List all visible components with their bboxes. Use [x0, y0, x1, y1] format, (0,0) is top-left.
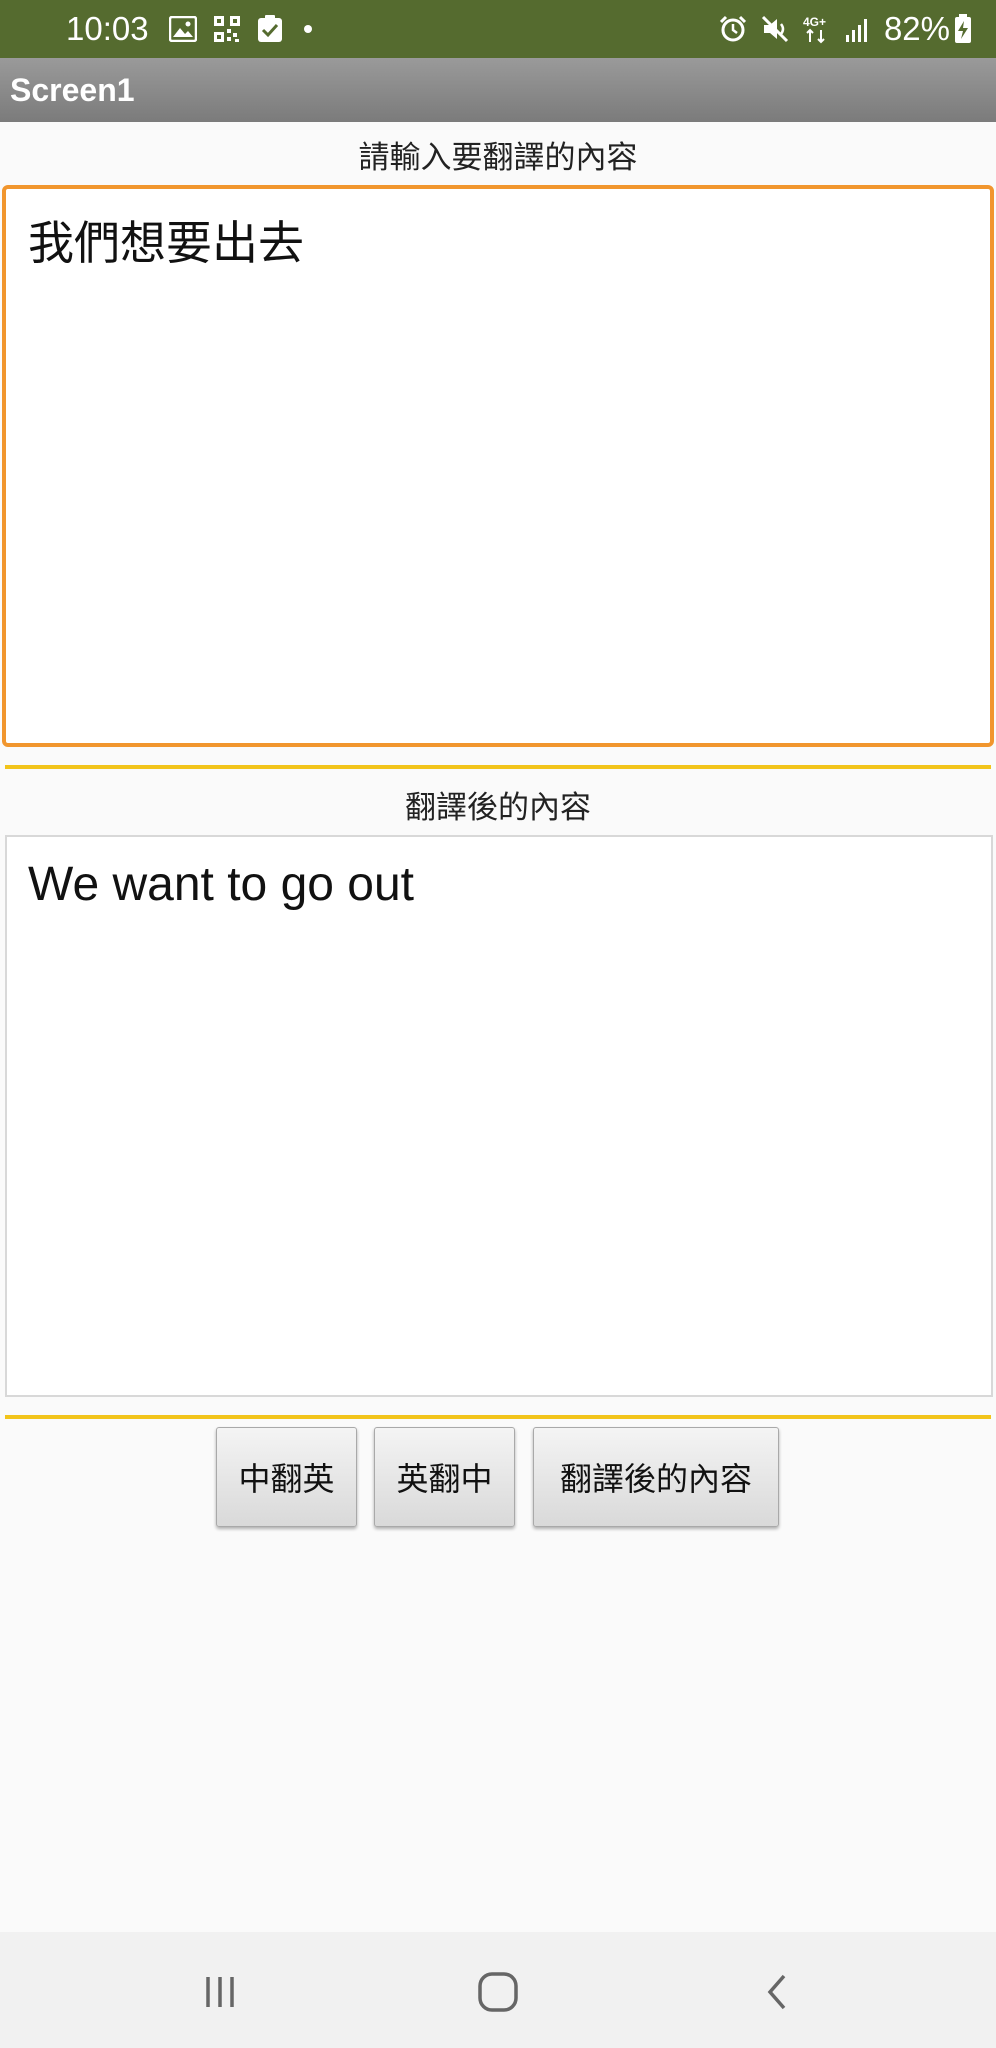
title-bar: Screen1 — [0, 58, 996, 122]
signal-icon — [844, 15, 872, 43]
home-icon[interactable] — [468, 1962, 528, 2022]
english-to-chinese-button[interactable]: 英翻中 — [374, 1427, 515, 1527]
translated-content-button[interactable]: 翻譯後的內容 — [533, 1427, 779, 1527]
network-type-text: 4G+ — [803, 15, 826, 29]
divider — [5, 1415, 991, 1419]
status-time: 10:03 — [66, 10, 149, 47]
dot-icon — [299, 20, 317, 38]
screen-title: Screen1 — [10, 71, 135, 108]
image-icon — [168, 16, 197, 42]
recent-apps-icon[interactable] — [190, 1962, 250, 2022]
alarm-icon — [718, 14, 748, 44]
chinese-to-english-button[interactable]: 中翻英 — [216, 1427, 357, 1527]
battery-charging-icon — [954, 14, 972, 44]
divider — [5, 765, 991, 769]
battery-percentage: 82% — [883, 10, 950, 47]
mute-icon — [760, 14, 790, 44]
network-4g-icon: 4G+ — [802, 14, 832, 44]
qr-code-icon — [213, 15, 241, 43]
status-left: 10:03 — [66, 10, 333, 48]
navigation-bar — [0, 1932, 996, 2048]
source-text-input[interactable]: 我們想要出去 — [2, 185, 994, 747]
input-label: 請輸入要翻譯的內容 — [358, 140, 638, 176]
translated-text-output[interactable]: We want to go out — [5, 835, 993, 1397]
status-bar: 10:03 4G+ 82% — [0, 0, 996, 58]
checkbox-icon — [257, 15, 283, 43]
output-label: 翻譯後的內容 — [405, 790, 591, 826]
status-right: 4G+ 82% — [718, 10, 972, 48]
back-icon[interactable] — [748, 1962, 808, 2022]
